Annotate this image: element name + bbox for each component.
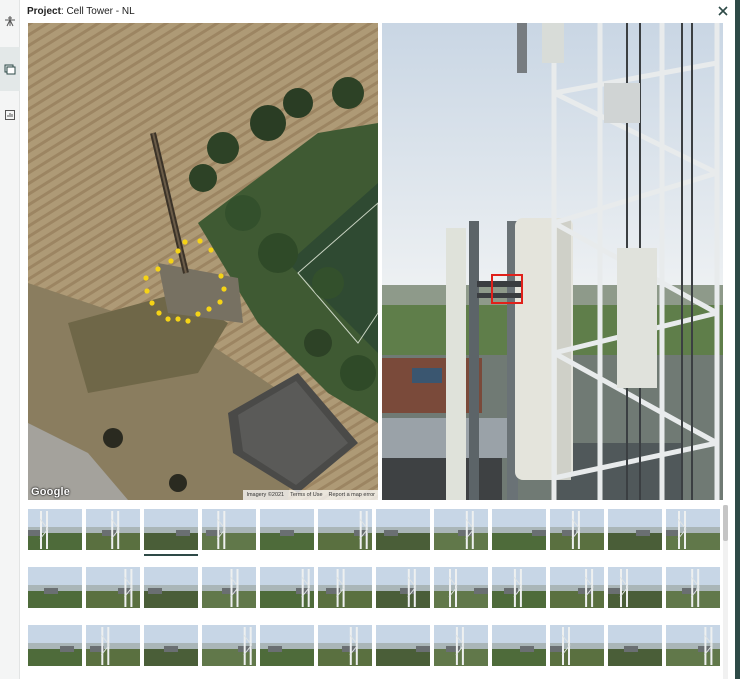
- photo-thumbnail[interactable]: [318, 509, 372, 550]
- photo-thumbnail[interactable]: [666, 509, 720, 550]
- right-edge-bar: [735, 0, 740, 679]
- photo-thumbnail[interactable]: [86, 509, 140, 550]
- project-name: : Cell Tower - NL: [60, 5, 135, 17]
- photo-thumbnail[interactable]: [144, 625, 198, 666]
- header-bar: Project : Cell Tower - NL: [20, 0, 740, 22]
- photo-thumbnail[interactable]: [202, 509, 256, 550]
- photo-thumbnail[interactable]: [28, 625, 82, 666]
- photo-thumbnail[interactable]: [28, 567, 82, 608]
- photo-thumbnail[interactable]: [492, 567, 546, 608]
- terms-of-use-link[interactable]: Terms of Use: [287, 490, 325, 500]
- photo-thumbnail[interactable]: [144, 509, 198, 550]
- selected-thumbnail-indicator: [144, 554, 198, 556]
- photo-thumbnail[interactable]: [434, 567, 488, 608]
- rail-images-button[interactable]: [0, 47, 20, 91]
- tower-photo-image: [382, 23, 723, 500]
- google-logo: Google: [31, 486, 71, 498]
- photo-thumbnail[interactable]: [608, 509, 662, 550]
- photo-thumbnail[interactable]: [550, 567, 604, 608]
- photo-thumbnail[interactable]: [434, 509, 488, 550]
- thumbnail-row: [28, 509, 720, 550]
- imagery-credit: Imagery ©2021: [246, 492, 285, 498]
- photo-thumbnail[interactable]: [260, 567, 314, 608]
- rail-tower-button[interactable]: [0, 10, 20, 32]
- project-label: Project: [27, 5, 61, 17]
- images-icon: [4, 63, 16, 75]
- report-map-error-link[interactable]: Report a map error: [326, 490, 378, 500]
- thumbnail-row: [28, 625, 720, 666]
- photo-thumbnail[interactable]: [550, 625, 604, 666]
- photo-thumbnail[interactable]: [318, 567, 372, 608]
- photo-thumbnail[interactable]: [202, 625, 256, 666]
- report-icon: [4, 109, 16, 121]
- photo-thumbnail[interactable]: [666, 625, 720, 666]
- photo-thumbnail[interactable]: [492, 625, 546, 666]
- photo-thumbnail[interactable]: [318, 625, 372, 666]
- photo-thumbnail[interactable]: [144, 567, 198, 608]
- photo-thumbnail[interactable]: [376, 509, 430, 550]
- photo-thumbnail[interactable]: [376, 567, 430, 608]
- scrollbar-thumb[interactable]: [723, 505, 728, 541]
- photo-thumbnail[interactable]: [376, 625, 430, 666]
- close-icon: [716, 5, 730, 22]
- satellite-map[interactable]: Google Imagery ©2021 Terms of Use Report…: [28, 23, 378, 500]
- photo-thumbnail[interactable]: [260, 509, 314, 550]
- photo-thumbnail[interactable]: [86, 625, 140, 666]
- photo-thumbnail[interactable]: [28, 509, 82, 550]
- thumbnail-scrollbar[interactable]: [723, 505, 728, 679]
- map-attribution: Imagery ©2021 Terms of Use Report a map …: [243, 490, 378, 500]
- satellite-imagery: [28, 23, 378, 500]
- photo-thumbnail[interactable]: [550, 509, 604, 550]
- rail-report-button[interactable]: [0, 103, 20, 127]
- photo-thumbnail[interactable]: [666, 567, 720, 608]
- tower-photo[interactable]: [382, 23, 723, 500]
- photo-thumbnail[interactable]: [86, 567, 140, 608]
- photo-thumbnail[interactable]: [260, 625, 314, 666]
- thumbnail-strip: [28, 505, 722, 679]
- left-rail: [0, 0, 20, 679]
- tower-icon: [4, 15, 16, 27]
- thumbnail-row: [28, 567, 720, 608]
- photo-thumbnail[interactable]: [434, 625, 488, 666]
- photo-thumbnail[interactable]: [608, 567, 662, 608]
- app-window: Project : Cell Tower - NL Google Imagery…: [0, 0, 740, 679]
- close-button[interactable]: [716, 4, 730, 18]
- photo-thumbnail[interactable]: [202, 567, 256, 608]
- photo-thumbnail[interactable]: [608, 625, 662, 666]
- photo-thumbnail[interactable]: [492, 509, 546, 550]
